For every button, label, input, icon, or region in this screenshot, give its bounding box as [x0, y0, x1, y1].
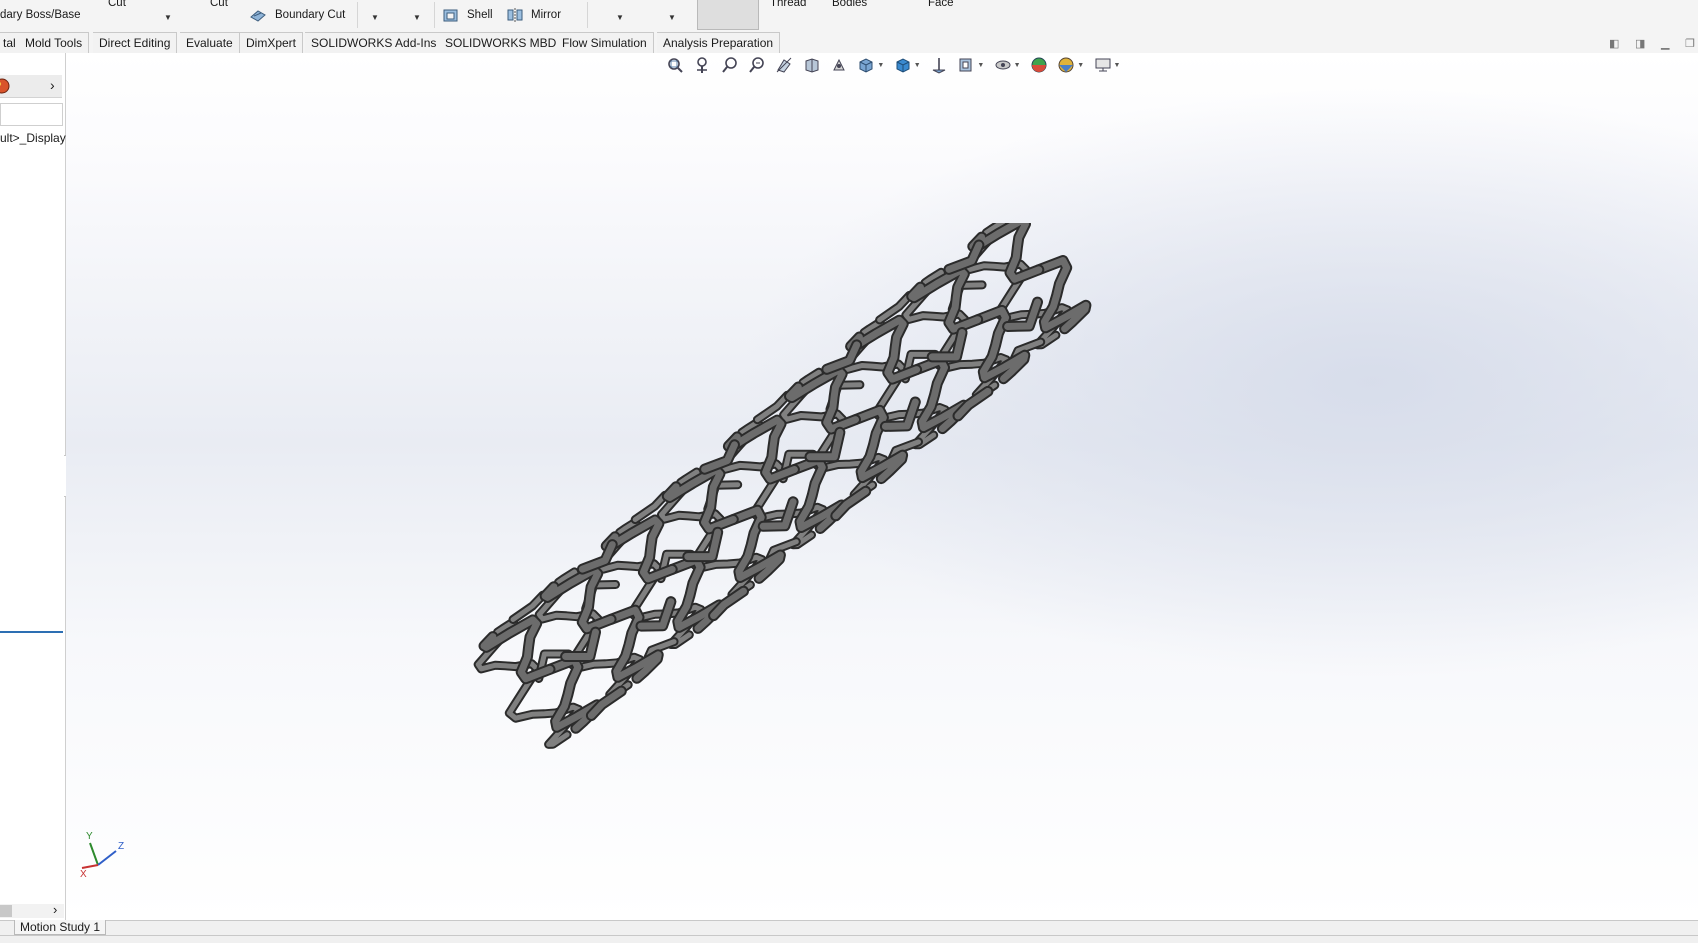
chevron-down-icon[interactable]: ▼: [668, 13, 676, 22]
tab-label: SOLIDWORKS MBD: [445, 36, 557, 50]
triad-x-label: X: [80, 869, 87, 880]
heads-up-toolbar: ▼ ▼ ▼ ▼ ▼ ▼: [666, 56, 1126, 78]
zoom-to-area-icon[interactable]: [693, 56, 711, 74]
shell-icon: [443, 9, 458, 22]
tab-label: Analysis Preparation: [663, 36, 774, 50]
bottom-tab-bar: [0, 920, 1698, 935]
tree-item-display-state[interactable]: ult>_Display: [0, 131, 66, 145]
graphics-viewport[interactable]: ▼ ▼ ▼ ▼ ▼ ▼ Y Z X: [66, 53, 1698, 920]
tab-mold-tools[interactable]: Mold Tools: [19, 32, 90, 53]
tile-left-icon[interactable]: ◧: [1609, 37, 1623, 50]
tab-motion-study[interactable]: Motion Study 1: [14, 920, 107, 935]
cut-label-1[interactable]: Cut: [108, 0, 126, 9]
reference-triad: Y Z X: [80, 831, 124, 880]
command-manager-tabs: tal Mold Tools Direct Editing Evaluate D…: [0, 31, 1698, 53]
face-label[interactable]: Face: [928, 0, 954, 9]
display-style-icon[interactable]: [894, 56, 912, 74]
mirror-icon: [507, 8, 523, 22]
bodies-label[interactable]: Bodies: [832, 0, 867, 9]
chevron-down-icon[interactable]: ▼: [1014, 62, 1021, 69]
boundary-cut-button[interactable]: Boundary Cut: [275, 9, 345, 21]
chevron-down-icon[interactable]: ▼: [877, 62, 884, 69]
zoom-in-icon[interactable]: [721, 56, 739, 74]
ribbon-divider: [434, 2, 435, 28]
restore-icon[interactable]: ❐: [1685, 37, 1698, 50]
ribbon: dary Boss/Base Cut ▼ Cut Boundary Cut ▼ …: [0, 0, 1698, 32]
feature-manager-panel: › ult>_Display ›: [0, 53, 66, 920]
tab-label: DimXpert: [246, 36, 297, 50]
monitor-icon[interactable]: [1094, 56, 1112, 74]
view-orientation-icon[interactable]: [857, 56, 875, 74]
edit-appearance-icon[interactable]: [957, 56, 975, 74]
selected-ribbon-button[interactable]: [697, 0, 759, 30]
chevron-right-icon[interactable]: ›: [50, 77, 55, 93]
panel-tabs: ›: [0, 75, 62, 98]
tab-analysis-preparation[interactable]: Analysis Preparation: [657, 32, 781, 53]
tab-label: SOLIDWORKS Add-Ins: [311, 36, 437, 50]
chevron-down-icon[interactable]: ▼: [977, 62, 984, 69]
ribbon-divider: [587, 2, 588, 28]
scene-sphere-icon[interactable]: [1057, 56, 1075, 74]
view-settings-icon[interactable]: [830, 56, 848, 74]
ribbon-divider: [357, 2, 358, 28]
tab-label: Evaluate: [186, 36, 233, 50]
appearance-sphere-icon[interactable]: [1030, 56, 1048, 74]
chevron-down-icon[interactable]: ▼: [371, 13, 379, 22]
previous-view-icon[interactable]: [748, 56, 766, 74]
scrollbar-thumb[interactable]: [0, 905, 12, 917]
chevron-down-icon[interactable]: ▼: [164, 13, 172, 22]
apply-scene-icon[interactable]: [994, 56, 1012, 74]
panel-splitter[interactable]: [0, 631, 63, 633]
tab-solidworks-addins[interactable]: SOLIDWORKS Add-Ins: [305, 32, 444, 53]
tab-direct-editing[interactable]: Direct Editing: [93, 32, 178, 53]
zoom-to-fit-icon[interactable]: [666, 56, 684, 74]
chevron-down-icon[interactable]: ▼: [1077, 62, 1084, 69]
tab-label: tal: [3, 36, 16, 50]
tab-dimxpert[interactable]: DimXpert: [240, 32, 304, 53]
chevron-down-icon[interactable]: ▼: [1114, 62, 1121, 69]
thread-label[interactable]: Thread: [770, 0, 806, 9]
tab-label: Motion Study 1: [20, 920, 101, 934]
minimize-icon[interactable]: ▁: [1661, 37, 1675, 50]
triad-y-label: Y: [86, 831, 93, 842]
tab-label: Flow Simulation: [562, 36, 647, 50]
tab-evaluate[interactable]: Evaluate: [180, 32, 240, 53]
chevron-down-icon[interactable]: ▼: [616, 13, 624, 22]
cut-label-2[interactable]: Cut: [210, 0, 228, 9]
tab-flow-simulation[interactable]: Flow Simulation: [556, 32, 654, 53]
hide-show-items-icon[interactable]: [930, 56, 948, 74]
tab-label: Direct Editing: [99, 36, 171, 50]
filter-field[interactable]: [0, 103, 63, 126]
chevron-right-icon[interactable]: ›: [53, 902, 57, 917]
tab-solidworks-mbd[interactable]: SOLIDWORKS MBD: [439, 32, 564, 53]
appearance-icon[interactable]: [0, 78, 12, 94]
boss-base-button[interactable]: dary Boss/Base: [0, 9, 81, 21]
boundary-cut-icon: [250, 10, 266, 22]
chevron-down-icon[interactable]: ▼: [914, 62, 921, 69]
tab-label: Mold Tools: [25, 36, 83, 50]
stent-struts: [473, 223, 1092, 749]
dynamic-annotation-icon[interactable]: [803, 56, 821, 74]
tile-right-icon[interactable]: ◨: [1635, 37, 1649, 50]
triad-z-label: Z: [118, 841, 124, 852]
chevron-down-icon[interactable]: ▼: [413, 13, 421, 22]
stent-3d-model[interactable]: [446, 223, 1146, 863]
panel-scrollbar[interactable]: ›: [0, 902, 64, 918]
mirror-button[interactable]: Mirror: [531, 9, 561, 21]
shell-button[interactable]: Shell: [467, 9, 493, 21]
section-view-icon[interactable]: [775, 56, 793, 74]
